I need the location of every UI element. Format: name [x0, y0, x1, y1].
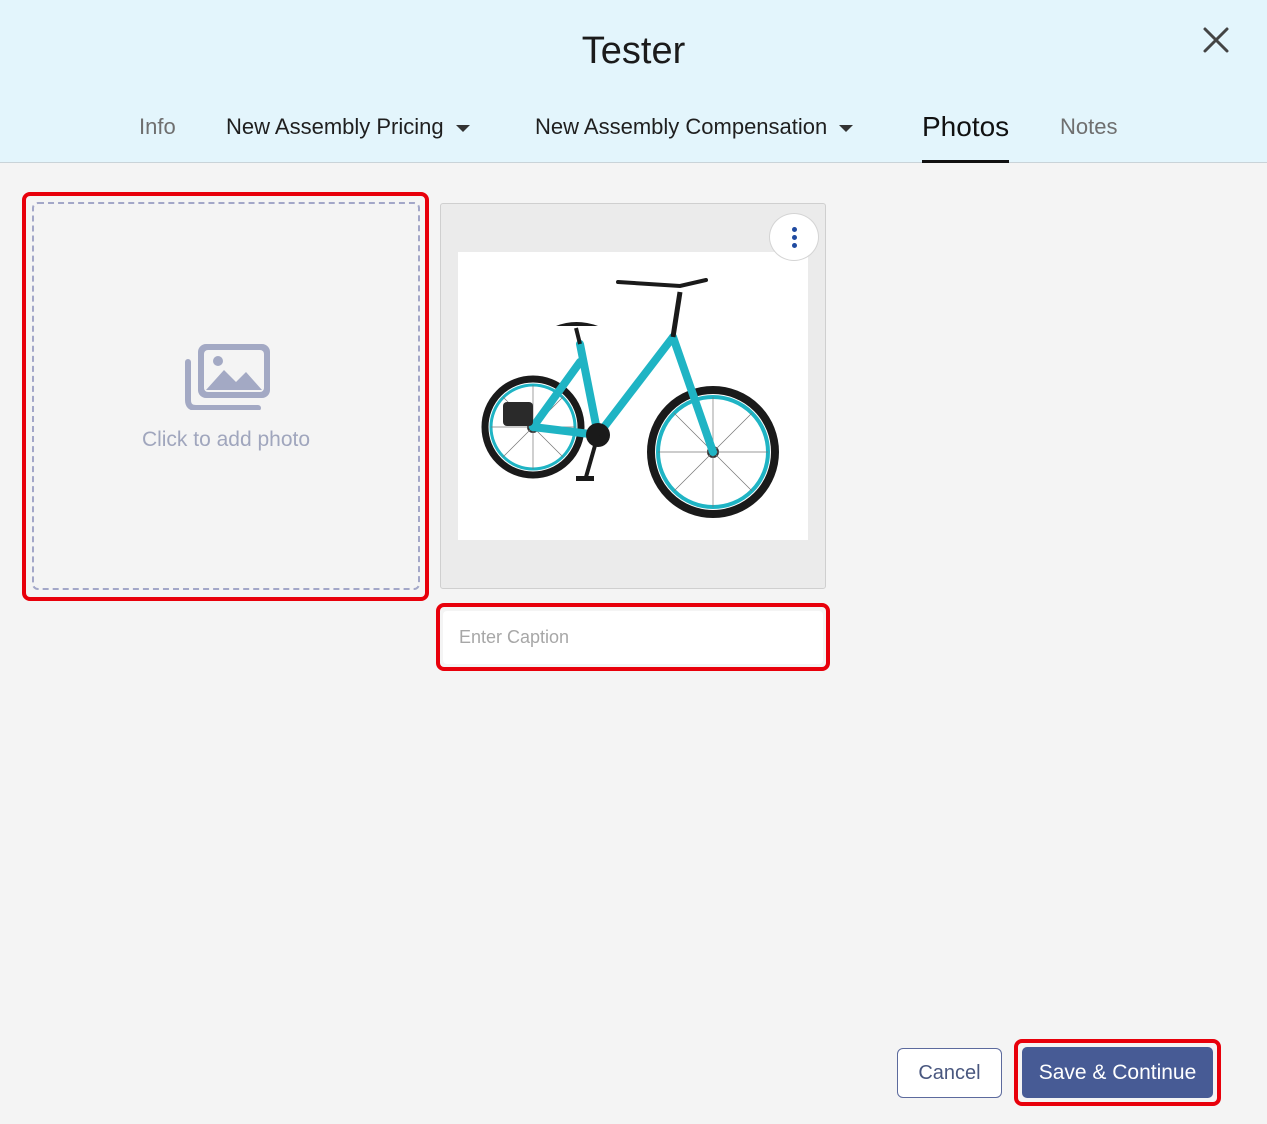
- bike-photo[interactable]: [458, 252, 808, 540]
- bike-image: [458, 252, 808, 540]
- photo-options-button[interactable]: [769, 213, 819, 261]
- tab-new-assembly-pricing[interactable]: New Assembly Pricing: [226, 114, 470, 162]
- dialog-title: Tester: [581, 30, 686, 72]
- caret-down-icon: [455, 125, 470, 132]
- kebab-dot: [792, 243, 797, 248]
- add-photo-dropzone[interactable]: Click to add photo: [32, 202, 420, 590]
- photo-card: [440, 203, 826, 589]
- close-icon: [1203, 27, 1229, 53]
- kebab-menu-icon: [792, 227, 797, 232]
- cancel-button[interactable]: Cancel: [897, 1048, 1002, 1098]
- caption-input[interactable]: [443, 611, 823, 664]
- tab-notes[interactable]: Notes: [1060, 114, 1117, 162]
- photo-gallery-icon: [184, 342, 272, 411]
- kebab-dot: [792, 235, 797, 240]
- tab-info[interactable]: Info: [139, 114, 176, 162]
- tab-new-assembly-compensation[interactable]: New Assembly Compensation: [535, 114, 854, 162]
- caret-down-icon: [839, 125, 854, 132]
- save-continue-button[interactable]: Save & Continue: [1022, 1047, 1213, 1098]
- dialog-header: Tester Info New Assembly Pricing New Ass…: [0, 0, 1267, 163]
- close-button[interactable]: [1196, 20, 1236, 60]
- add-photo-label: Click to add photo: [141, 428, 311, 451]
- tab-photos[interactable]: Photos: [922, 111, 1010, 163]
